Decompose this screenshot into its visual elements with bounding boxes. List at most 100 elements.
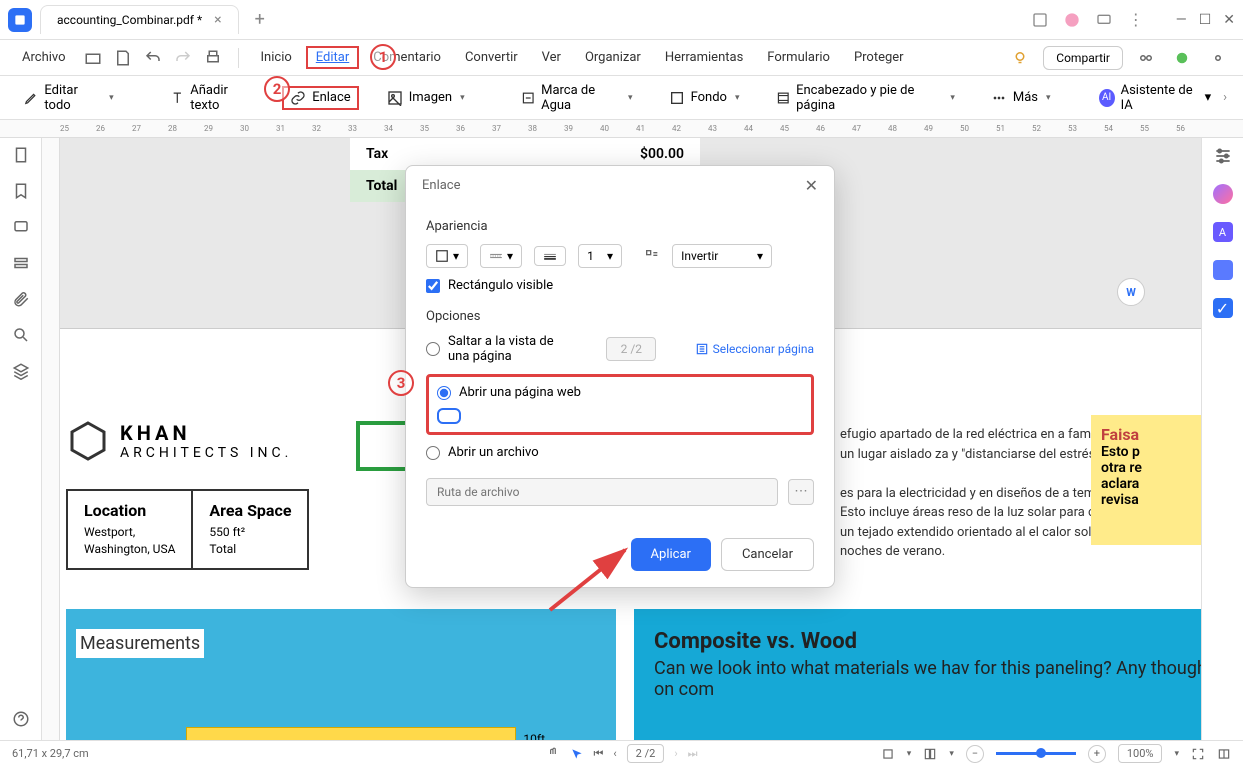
minimize-button[interactable]: — [1176,12,1187,28]
cloud-icon[interactable] [1173,49,1191,67]
ai-assistant-button[interactable]: AI Asistente de IA▾ › [1099,83,1227,113]
menubar: Archivo Inicio Editar Comentario Convert… [0,40,1243,76]
check-icon[interactable]: ✓ [1213,298,1233,318]
background-button[interactable]: Fondo▾ [661,86,748,110]
save-icon[interactable] [114,49,132,67]
edit-all-button[interactable]: Editar todo▾ [16,79,122,117]
bookmark-icon[interactable] [12,182,30,200]
word-float-icon[interactable]: W [1117,278,1145,306]
page-list-icon [695,342,709,356]
chat-bubble-icon[interactable] [1213,184,1233,204]
file-path-input[interactable] [426,478,778,506]
page-number-input[interactable]: 2 /2 [606,337,656,361]
goto-page-radio[interactable] [426,342,440,356]
options-label: Opciones [426,309,814,324]
sliders-icon[interactable] [1213,146,1233,166]
apply-button[interactable]: Aplicar [631,538,711,571]
annotation-3: 3 [388,370,414,396]
image-button[interactable]: Imagen▾ [379,86,473,110]
company-logo: KHAN ARCHITECTS INC. [68,421,292,461]
dialog-close-button[interactable]: ✕ [805,176,818,195]
measurements-panel: Measurements 10ft [66,609,616,740]
attachment-icon[interactable] [12,290,30,308]
zoom-out-button[interactable]: − [966,745,984,763]
comments-icon[interactable] [12,218,30,236]
menu-proteger[interactable]: Proteger [844,46,914,69]
menu-editar[interactable]: Editar [306,46,360,69]
url-input[interactable] [437,408,461,424]
chat-icon[interactable] [1096,12,1112,28]
visible-rect-checkbox[interactable] [426,279,440,293]
view-mode-icon[interactable] [923,747,937,761]
line-weight-select[interactable]: 1▾ [578,244,622,268]
feedback-icon[interactable] [1213,260,1233,280]
maximize-button[interactable]: ☐ [1199,12,1212,28]
zoom-in-button[interactable]: + [1088,745,1106,763]
link-icon [290,90,306,106]
prev-page-icon[interactable]: ‹ [613,747,616,760]
hand-tool-icon[interactable] [545,747,559,761]
last-page-icon[interactable]: ⏭ [688,747,698,761]
open-icon[interactable] [84,49,102,67]
menu-formulario[interactable]: Formulario [757,46,840,69]
link-button[interactable]: Enlace [282,86,359,110]
menu-file[interactable]: Archivo [12,46,76,69]
cancel-button[interactable]: Cancelar [721,538,814,571]
chevron-right-icon[interactable]: › [1223,90,1227,105]
print-icon[interactable] [204,49,222,67]
lightbulb-icon[interactable] [1011,49,1029,67]
panel-icon[interactable] [1032,12,1048,28]
zoom-slider[interactable] [996,752,1076,755]
ruler-vertical [42,138,60,740]
tab-title: accounting_Combinar.pdf * [57,13,202,27]
page-thumbs-icon[interactable] [12,146,30,164]
fullscreen-icon[interactable] [1191,747,1205,761]
share-button[interactable]: Compartir [1043,46,1123,70]
redo-icon[interactable] [174,49,192,67]
text-icon [170,90,185,106]
menu-ver[interactable]: Ver [532,46,571,69]
select-tool-icon[interactable] [569,747,583,761]
kebab-icon[interactable]: ⋮ [1128,10,1144,29]
translate-icon[interactable]: A [1213,222,1233,242]
layers-icon[interactable] [12,362,30,380]
close-window-button[interactable]: ✕ [1223,12,1235,28]
next-page-icon[interactable]: › [674,747,677,760]
sticky-note[interactable]: Faisa Esto p otra re aclara revisa [1091,415,1201,545]
fit-width-icon[interactable] [881,747,895,761]
menu-organizar[interactable]: Organizar [575,46,651,69]
menu-convertir[interactable]: Convertir [455,46,528,69]
line-style-select[interactable]: ▾ [480,244,522,268]
add-text-button[interactable]: Añadir texto [162,79,263,117]
border-style-select[interactable]: ▾ [426,244,468,268]
app-icon[interactable] [8,8,32,32]
undo-icon[interactable] [144,49,162,67]
help-icon[interactable] [12,710,30,728]
menu-herramientas[interactable]: Herramientas [655,46,753,69]
header-footer-button[interactable]: Encabezado y pie de página▾ [768,79,963,117]
search-icon[interactable] [12,326,30,344]
settings-icon[interactable] [1209,49,1227,67]
read-mode-icon[interactable] [1217,747,1231,761]
browse-file-button[interactable]: ⋯ [788,479,814,505]
page-indicator[interactable]: 2 /2 [627,744,665,763]
first-page-icon[interactable]: ⏮ [593,747,603,761]
add-tab-button[interactable]: + [247,9,273,30]
select-page-link[interactable]: Seleccionar página [713,342,814,356]
ai-icon: AI [1099,89,1115,107]
user-icon[interactable] [1064,12,1080,28]
document-tab[interactable]: accounting_Combinar.pdf * × [40,5,239,34]
close-tab-icon[interactable]: × [214,12,221,28]
menu-inicio[interactable]: Inicio [251,46,302,69]
measurements-heading: Measurements [76,629,204,658]
open-web-radio[interactable] [437,386,451,400]
more-button[interactable]: Más▾ [983,86,1059,110]
watermark-button[interactable]: Marca de Agua▾ [513,79,641,117]
link-type-icon[interactable] [644,248,660,264]
fields-icon[interactable] [12,254,30,272]
zoom-level[interactable]: 100% [1118,744,1163,763]
highlight-select[interactable]: Invertir▾ [672,244,772,268]
open-file-radio[interactable] [426,446,440,460]
collab-icon[interactable] [1137,49,1155,67]
header-footer-icon [776,90,791,106]
